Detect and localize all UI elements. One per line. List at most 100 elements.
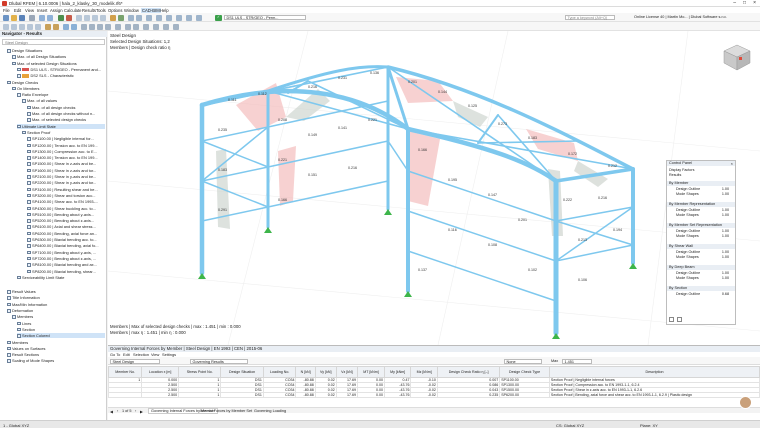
checkbox-icon[interactable] xyxy=(17,276,21,280)
tree-item[interactable]: SP6300.00 | Biaxial bending acc. to... xyxy=(27,237,105,242)
checkbox-icon[interactable] xyxy=(27,156,31,160)
open-icon[interactable] xyxy=(11,15,17,21)
checkbox-icon[interactable] xyxy=(17,328,21,332)
control-panel-row-value[interactable]: 1.00 xyxy=(722,187,729,191)
results-icon[interactable] xyxy=(66,15,72,21)
tree-item[interactable]: DS2 SLS - Characteristic xyxy=(17,73,105,78)
tree-item[interactable]: Max. of all Design Situations xyxy=(12,54,105,59)
avatar[interactable] xyxy=(739,396,752,409)
checkbox-icon[interactable] xyxy=(12,62,16,66)
menu-window[interactable]: Window xyxy=(124,8,139,13)
tree-item[interactable]: SP1200.00 | Tension acc. to EN 199... xyxy=(27,143,105,148)
menu-cad-bim[interactable]: CAD-BIM xyxy=(141,8,161,13)
line-icon[interactable] xyxy=(11,24,17,30)
tree-item[interactable]: SP6400.00 | Biaxial bending, axial fo... xyxy=(27,243,105,248)
hinge-icon[interactable] xyxy=(53,24,59,30)
tree-item[interactable]: SP6200.00 | Bending, axial force an... xyxy=(27,231,105,236)
checkbox-icon[interactable] xyxy=(27,175,31,179)
column-header[interactable]: N [kN] xyxy=(296,367,315,378)
calculate-icon[interactable] xyxy=(58,15,64,21)
column-header[interactable]: Loading No. xyxy=(263,367,296,378)
surface-icon[interactable] xyxy=(27,24,33,30)
checkbox-icon[interactable] xyxy=(7,296,11,300)
tree-item[interactable]: SP8100.00 | Biaxial bending and ax... xyxy=(27,262,105,267)
control-panel-row-value[interactable]: 1.00 xyxy=(722,250,729,254)
tree-item[interactable]: SP1600.00 | Shear in z-axis and tor... xyxy=(27,168,105,173)
tree-item[interactable]: SP2100.00 | Shear in y-axis and be... xyxy=(27,174,105,179)
close-icon[interactable]: × xyxy=(731,161,733,166)
menu-view[interactable]: View xyxy=(25,8,34,13)
tree-item[interactable]: Result Sections xyxy=(7,352,105,357)
xyz-view-icon[interactable] xyxy=(81,24,87,30)
undo-icon[interactable] xyxy=(39,15,45,21)
control-panel-group-header[interactable]: By Deep Beam xyxy=(667,265,735,270)
control-panel-row-value[interactable]: 1.00 xyxy=(722,276,729,280)
checkbox-icon[interactable] xyxy=(7,290,11,294)
tree-item[interactable]: Max. of all values xyxy=(22,98,105,103)
y-view-icon[interactable] xyxy=(97,24,103,30)
control-panel-row-value[interactable]: 1.00 xyxy=(722,234,729,238)
tree-item[interactable]: Max. of all design checks without n... xyxy=(27,111,105,116)
x-view-icon[interactable] xyxy=(89,24,95,30)
column-header[interactable]: Design Check Ratio η [–] xyxy=(437,367,499,378)
column-header[interactable]: Mz [kNm] xyxy=(411,367,437,378)
tree-item[interactable]: Scaling of Mode Shapes xyxy=(7,358,105,363)
checkbox-icon[interactable] xyxy=(7,347,11,351)
column-header[interactable]: Design Check Type xyxy=(500,367,550,378)
checkbox-icon[interactable] xyxy=(27,169,31,173)
search-input[interactable]: Type a keyword (Alt+Q) xyxy=(565,15,615,20)
checkbox-icon[interactable] xyxy=(27,106,31,110)
tree-item[interactable]: Section Proof xyxy=(22,130,105,135)
checkbox-icon[interactable] xyxy=(27,263,31,267)
checkbox-icon[interactable] xyxy=(27,137,31,141)
snap-icon[interactable] xyxy=(136,15,142,21)
checkbox-icon[interactable] xyxy=(27,238,31,242)
tree-item[interactable]: SP2200.00 | Shear in y-axis and tor... xyxy=(27,180,105,185)
checkbox-icon[interactable] xyxy=(27,144,31,148)
checkbox-icon[interactable] xyxy=(12,315,16,319)
checkbox-icon[interactable] xyxy=(27,257,31,261)
checkbox-icon[interactable] xyxy=(27,213,31,217)
filter-dropdown[interactable]: None xyxy=(504,359,542,364)
dimension-icon[interactable] xyxy=(173,24,179,30)
tree-item[interactable]: SP1500.00 | Shear in z-axis and be... xyxy=(27,161,105,166)
tree-item[interactable]: On Members xyxy=(12,86,105,91)
tree-item[interactable]: SP6100.00 | Axial and shear stress... xyxy=(27,224,105,229)
checkbox-icon[interactable] xyxy=(7,341,11,345)
render-icon[interactable] xyxy=(176,15,182,21)
coordinate-system-dropdown[interactable]: 1 - Global XYZ xyxy=(3,423,29,428)
menu-help[interactable]: Help xyxy=(160,8,169,13)
tree-item[interactable]: Design Situations xyxy=(7,48,105,53)
column-header[interactable]: MT [kNm] xyxy=(358,367,385,378)
control-panel-row-value[interactable]: 1.00 xyxy=(722,192,729,196)
tree-item[interactable]: SP1400.00 | Tension acc. to EN 199... xyxy=(27,155,105,160)
checkbox-icon[interactable] xyxy=(27,118,31,122)
control-panel-row-value[interactable]: 0.68 xyxy=(722,292,729,296)
iso-view-icon[interactable] xyxy=(115,24,121,30)
control-panel-group-header[interactable]: By Member Representation xyxy=(667,202,735,207)
column-header[interactable]: Vy [kN] xyxy=(315,367,336,378)
checkbox-icon[interactable] xyxy=(27,207,31,211)
view-icon[interactable] xyxy=(76,15,82,21)
combination-icon[interactable] xyxy=(71,24,77,30)
control-panel-row-value[interactable]: 1.00 xyxy=(722,229,729,233)
z-view-icon[interactable] xyxy=(105,24,111,30)
control-panel[interactable]: Control Panel × Display Factors Results … xyxy=(666,160,736,325)
last-page-icon[interactable]: ▶ xyxy=(140,409,143,414)
checkbox-icon[interactable] xyxy=(12,87,16,91)
checkbox-icon[interactable] xyxy=(22,99,26,103)
tree-item[interactable]: SP4300.00 | Shear buckling acc. to... xyxy=(27,206,105,211)
tree-item[interactable]: Section xyxy=(17,327,105,332)
checkbox-icon[interactable] xyxy=(17,322,21,326)
checkbox-icon[interactable] xyxy=(12,55,16,59)
tab-governing-loading[interactable]: Governing Loading xyxy=(254,409,286,413)
first-page-icon[interactable]: ◀ xyxy=(110,409,113,414)
solid-icon[interactable] xyxy=(35,24,41,30)
solid-view-icon[interactable] xyxy=(133,24,139,30)
tree-item[interactable]: Max. of selected design checks xyxy=(27,117,105,122)
checkbox-icon[interactable] xyxy=(7,359,11,363)
checkbox-icon[interactable] xyxy=(27,162,31,166)
tree-item[interactable]: Ratio Envelope xyxy=(17,92,105,97)
save-icon[interactable] xyxy=(19,15,25,21)
checkbox-icon[interactable] xyxy=(27,244,31,248)
